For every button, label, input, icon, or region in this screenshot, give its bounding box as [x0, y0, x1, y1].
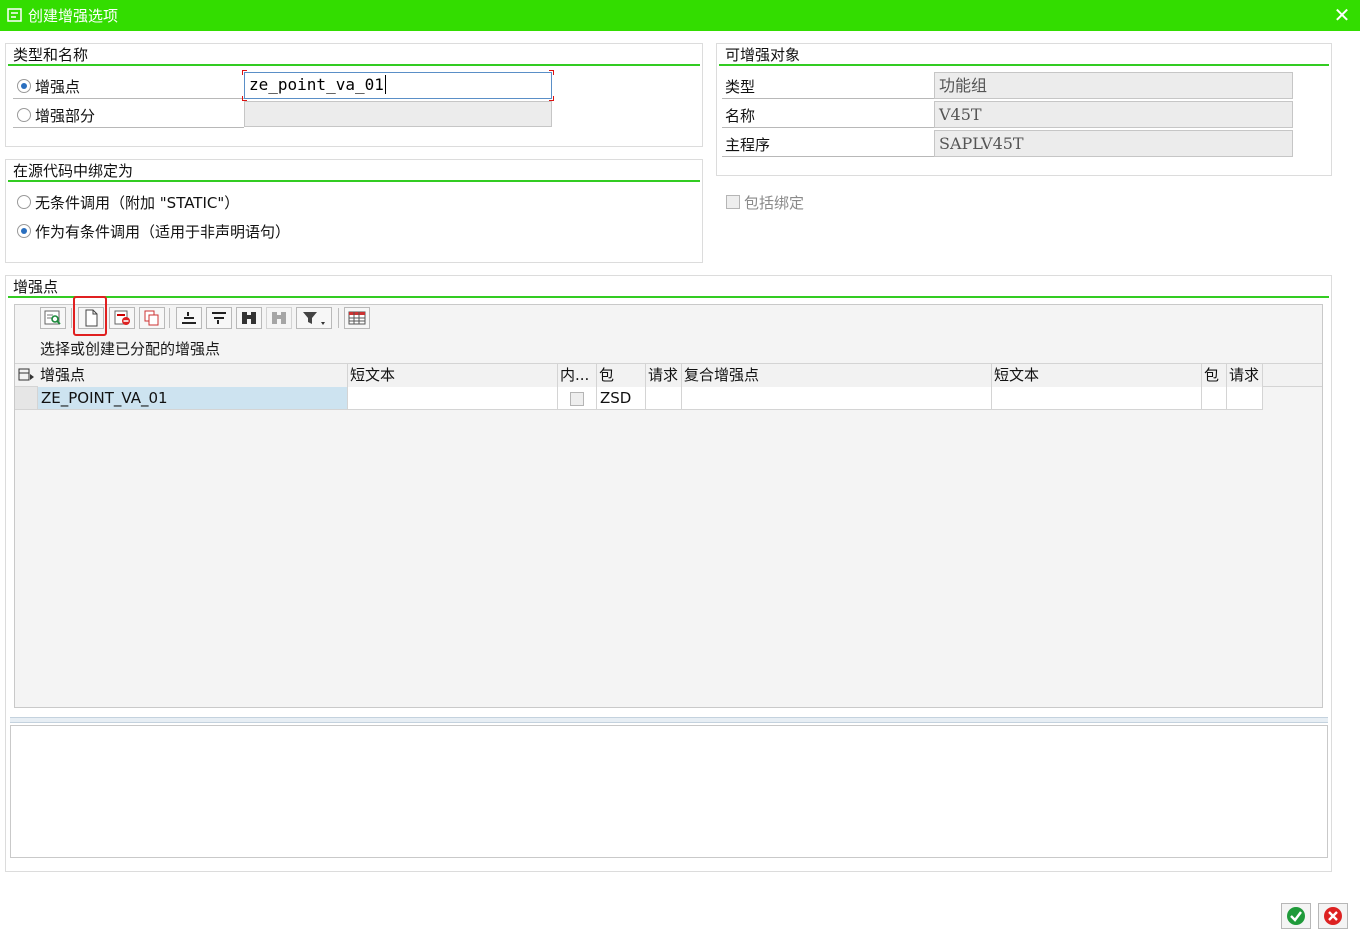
col-header-short-text-2[interactable]: 短文本 [992, 364, 1202, 387]
binding-divider [8, 180, 700, 182]
window-title: 创建增强选项 [28, 7, 119, 25]
close-icon[interactable]: ✕ [1332, 3, 1352, 27]
col-header-package[interactable]: 包 [597, 364, 646, 387]
grid-hint-text: 选择或创建已分配的增强点 [40, 340, 221, 358]
enhanceable-divider [719, 64, 1329, 66]
radio-conditional-call[interactable] [17, 224, 31, 238]
cell-short-text-2[interactable] [992, 387, 1202, 410]
enhancement-points-divider [8, 296, 1329, 298]
col-header-short-text[interactable]: 短文本 [348, 364, 558, 387]
radio-enhancement-section[interactable] [17, 108, 31, 122]
cancel-button[interactable] [1318, 903, 1348, 929]
row-underline [722, 127, 934, 128]
checkmark-icon [1287, 907, 1305, 925]
filter-icon[interactable] [296, 307, 332, 329]
cancel-icon [1324, 907, 1342, 925]
col-header-composite-point[interactable]: 复合增强点 [682, 364, 992, 387]
label-conditional-call: 作为有条件调用（适用于非声明语句） [35, 223, 291, 241]
cell-short-text[interactable] [348, 387, 558, 410]
find-icon[interactable] [236, 307, 262, 329]
details-icon[interactable] [40, 307, 66, 329]
toolbar-separator [169, 308, 170, 328]
label-object-type: 类型 [725, 78, 756, 96]
col-header-request-2[interactable]: 请求 [1227, 364, 1263, 387]
copy-icon[interactable] [139, 307, 165, 329]
label-enhancement-point: 增强点 [35, 78, 81, 96]
type-name-title: 类型和名称 [13, 46, 89, 64]
select-all-icon[interactable] [18, 368, 36, 382]
object-type-field: 功能组 [934, 72, 1293, 99]
dialog-icon [7, 7, 23, 23]
cell-package-2[interactable] [1202, 387, 1227, 410]
layout-grid-icon[interactable] [344, 307, 370, 329]
confirm-button[interactable] [1281, 903, 1311, 929]
include-binding-checkbox [726, 195, 740, 209]
cell-package[interactable]: ZSD [597, 387, 646, 410]
row-underline [13, 127, 244, 128]
col-header-enhancement-point[interactable]: 增强点 [38, 364, 348, 387]
cell-request-2[interactable] [1227, 387, 1263, 410]
row-underline [722, 156, 934, 157]
radio-static-call[interactable] [17, 195, 31, 209]
object-name-field: V45T [934, 101, 1293, 128]
window-titlebar: 创建增强选项 ✕ [0, 0, 1360, 31]
enhanceable-object-title: 可增强对象 [725, 46, 801, 64]
main-program-field: SAPLV45T [934, 130, 1293, 157]
label-static-call: 无条件调用（附加 "STATIC"） [35, 194, 240, 212]
cell-request[interactable] [646, 387, 682, 410]
col-header-package-2[interactable]: 包 [1202, 364, 1227, 387]
label-main-program: 主程序 [725, 136, 771, 154]
type-name-divider [8, 64, 700, 66]
delete-icon[interactable] [109, 307, 135, 329]
row-underline [722, 98, 934, 99]
sort-ascending-icon[interactable] [176, 307, 202, 329]
toolbar-separator [338, 308, 339, 328]
cell-enhancement-point[interactable]: ZE_POINT_VA_01 [38, 387, 348, 410]
find-next-icon[interactable] [266, 307, 292, 329]
enhancement-point-input[interactable]: ze_point_va_01 [244, 72, 552, 99]
label-include-binding: 包括绑定 [744, 194, 805, 212]
required-corner [549, 70, 554, 75]
pane-splitter[interactable] [10, 717, 1328, 723]
cell-composite-point[interactable] [682, 387, 992, 410]
detail-pane [10, 725, 1328, 858]
enhancement-section-input [244, 101, 552, 127]
highlight-box [73, 296, 107, 336]
row-selector[interactable] [15, 387, 38, 410]
required-corner [242, 70, 247, 75]
label-enhancement-section: 增强部分 [35, 107, 96, 125]
col-header-request[interactable]: 请求 [646, 364, 682, 387]
binding-title: 在源代码中绑定为 [13, 162, 134, 180]
row-underline [13, 98, 244, 99]
radio-enhancement-point[interactable] [17, 79, 31, 93]
sort-descending-icon[interactable] [206, 307, 232, 329]
enhancement-points-title: 增强点 [13, 278, 59, 296]
col-header-internal[interactable]: 内... [558, 364, 597, 387]
toolbar-separator [71, 308, 72, 328]
cell-internal-checkbox [570, 392, 584, 406]
label-object-name: 名称 [725, 107, 756, 125]
